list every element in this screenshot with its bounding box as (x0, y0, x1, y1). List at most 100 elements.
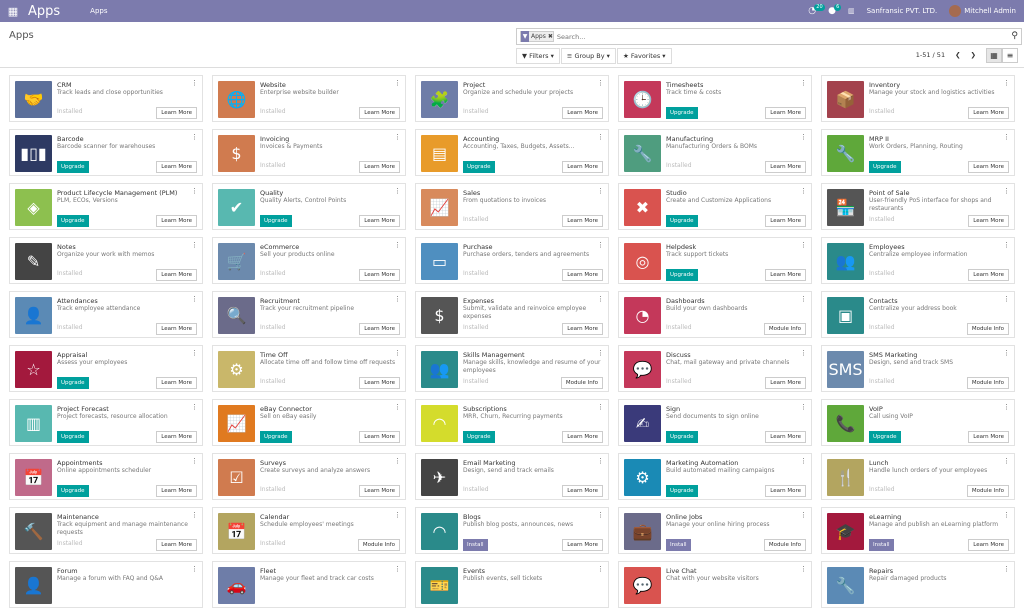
app-card[interactable]: ◠ Subscriptions MRR, Churn, Recurring pa… (415, 399, 609, 446)
kebab-menu-icon[interactable]: ⋮ (800, 457, 807, 465)
app-card[interactable]: 💼 Online Jobs Manage your online hiring … (618, 507, 812, 554)
module-info-button[interactable]: Module Info (966, 323, 1009, 335)
kebab-menu-icon[interactable]: ⋮ (597, 241, 604, 249)
app-card[interactable]: 👤 Attendances Track employee attendance … (9, 291, 203, 338)
app-card[interactable]: ◎ Helpdesk Track support tickets Upgrade… (618, 237, 812, 284)
favorites-button[interactable]: ★ Favorites ▾ (616, 48, 672, 64)
learn-more-button[interactable]: Learn More (359, 215, 400, 227)
upgrade-button[interactable]: Upgrade (57, 485, 89, 497)
kebab-menu-icon[interactable]: ⋮ (1003, 349, 1010, 357)
learn-more-button[interactable]: Learn More (968, 269, 1009, 281)
kanban-view-icon[interactable]: ▦ (986, 48, 1002, 63)
app-card[interactable]: $ Invoicing Invoices & Payments Installe… (212, 129, 406, 176)
kebab-menu-icon[interactable]: ⋮ (394, 457, 401, 465)
app-card[interactable]: 🔨 Maintenance Track equipment and manage… (9, 507, 203, 554)
learn-more-button[interactable]: Learn More (968, 215, 1009, 227)
kebab-menu-icon[interactable]: ⋮ (394, 79, 401, 87)
learn-more-button[interactable]: Learn More (765, 215, 806, 227)
app-card[interactable]: 👥 Employees Centralize employee informat… (821, 237, 1015, 284)
app-card[interactable]: 📦 Inventory Manage your stock and logist… (821, 75, 1015, 122)
learn-more-button[interactable]: Learn More (968, 107, 1009, 119)
pager-range[interactable]: 1-51 / 51 (916, 51, 945, 59)
app-card[interactable]: ▤ Accounting Accounting, Taxes, Budgets,… (415, 129, 609, 176)
install-button[interactable]: Install (869, 539, 894, 551)
upgrade-button[interactable]: Upgrade (666, 269, 698, 281)
app-card[interactable]: 🌐 Website Enterprise website builder Ins… (212, 75, 406, 122)
app-card[interactable]: ✔ Quality Quality Alerts, Control Points… (212, 183, 406, 230)
app-card[interactable]: 🤝 CRM Track leads and close opportunitie… (9, 75, 203, 122)
learn-more-button[interactable]: Learn More (968, 161, 1009, 173)
kebab-menu-icon[interactable]: ⋮ (800, 511, 807, 519)
app-card[interactable]: 📅 Calendar Schedule employees' meetings … (212, 507, 406, 554)
app-card[interactable]: 🏪 Point of Sale User-friendly PoS interf… (821, 183, 1015, 230)
app-card[interactable]: ▭ Purchase Purchase orders, tenders and … (415, 237, 609, 284)
upgrade-button[interactable]: Upgrade (57, 377, 89, 389)
app-card[interactable]: 📅 Appointments Online appointments sched… (9, 453, 203, 500)
upgrade-button[interactable]: Upgrade (463, 431, 495, 443)
app-card[interactable]: 💬 Discuss Chat, mail gateway and private… (618, 345, 812, 392)
app-card[interactable]: ▮▯▮ Barcode Barcode scanner for warehous… (9, 129, 203, 176)
learn-more-button[interactable]: Learn More (156, 485, 197, 497)
list-view-icon[interactable]: ≡ (1002, 48, 1018, 63)
pager-prev-icon[interactable]: ❮ (955, 51, 960, 59)
kebab-menu-icon[interactable]: ⋮ (1003, 565, 1010, 573)
facet-remove-icon[interactable]: ✖ (548, 33, 553, 40)
learn-more-button[interactable]: Learn More (156, 323, 197, 335)
kebab-menu-icon[interactable]: ⋮ (800, 295, 807, 303)
kebab-menu-icon[interactable]: ⋮ (394, 295, 401, 303)
app-card[interactable]: 📈 eBay Connector Sell on eBay easily Upg… (212, 399, 406, 446)
learn-more-button[interactable]: Learn More (562, 215, 603, 227)
learn-more-button[interactable]: Learn More (562, 431, 603, 443)
kebab-menu-icon[interactable]: ⋮ (1003, 295, 1010, 303)
kebab-menu-icon[interactable]: ⋮ (394, 241, 401, 249)
learn-more-button[interactable]: Learn More (156, 539, 197, 551)
app-card[interactable]: ☆ Appraisal Assess your employees Upgrad… (9, 345, 203, 392)
app-card[interactable]: ✖ Studio Create and Customize Applicatio… (618, 183, 812, 230)
kebab-menu-icon[interactable]: ⋮ (800, 241, 807, 249)
app-card[interactable]: 👥 Skills Management Manage skills, knowl… (415, 345, 609, 392)
kebab-menu-icon[interactable]: ⋮ (394, 403, 401, 411)
kebab-menu-icon[interactable]: ⋮ (1003, 511, 1010, 519)
app-card[interactable]: ◈ Product Lifecycle Management (PLM) PLM… (9, 183, 203, 230)
learn-more-button[interactable]: Learn More (156, 215, 197, 227)
app-card[interactable]: ☑ Surveys Create surveys and analyze ans… (212, 453, 406, 500)
install-button[interactable]: Install (463, 539, 488, 551)
kebab-menu-icon[interactable]: ⋮ (597, 187, 604, 195)
app-card[interactable]: $ Expenses Submit, validate and reinvoic… (415, 291, 609, 338)
user-menu[interactable]: Mitchell Admin (949, 5, 1016, 17)
chat-icon[interactable]: ◔ 20 (808, 4, 825, 16)
app-card[interactable]: ◔ Dashboards Build your own dashboards I… (618, 291, 812, 338)
app-card[interactable]: ⚙ Time Off Allocate time off and follow … (212, 345, 406, 392)
kebab-menu-icon[interactable]: ⋮ (394, 187, 401, 195)
app-card[interactable]: 🍴 Lunch Handle lunch orders of your empl… (821, 453, 1015, 500)
kebab-menu-icon[interactable]: ⋮ (597, 79, 604, 87)
module-info-button[interactable]: Module Info (763, 539, 806, 551)
learn-more-button[interactable]: Learn More (765, 431, 806, 443)
learn-more-button[interactable]: Learn More (359, 161, 400, 173)
learn-more-button[interactable]: Learn More (765, 107, 806, 119)
app-grid-icon[interactable]: ▦ (0, 0, 26, 22)
kebab-menu-icon[interactable]: ⋮ (191, 511, 198, 519)
module-info-button[interactable]: Module Info (966, 485, 1009, 497)
kebab-menu-icon[interactable]: ⋮ (191, 133, 198, 141)
kebab-menu-icon[interactable]: ⋮ (800, 187, 807, 195)
kebab-menu-icon[interactable]: ⋮ (1003, 403, 1010, 411)
kebab-menu-icon[interactable]: ⋮ (800, 79, 807, 87)
learn-more-button[interactable]: Learn More (359, 485, 400, 497)
kebab-menu-icon[interactable]: ⋮ (191, 79, 198, 87)
learn-more-button[interactable]: Learn More (156, 107, 197, 119)
search-icon[interactable]: ⚲ (1011, 31, 1018, 41)
app-card[interactable]: 🛒 eCommerce Sell your products online In… (212, 237, 406, 284)
app-card[interactable]: 🔧 Repairs Repair damaged products ⋮ (821, 561, 1015, 608)
learn-more-button[interactable]: Learn More (359, 269, 400, 281)
filters-button[interactable]: ▼ Filters ▾ (516, 48, 560, 64)
company-switcher[interactable]: Sanfransic PVT. LTD. (867, 7, 938, 15)
app-card[interactable]: 🔧 Manufacturing Manufacturing Orders & B… (618, 129, 812, 176)
kebab-menu-icon[interactable]: ⋮ (191, 241, 198, 249)
kebab-menu-icon[interactable]: ⋮ (597, 511, 604, 519)
kebab-menu-icon[interactable]: ⋮ (1003, 133, 1010, 141)
app-card[interactable]: 🔧 MRP II Work Orders, Planning, Routing … (821, 129, 1015, 176)
kebab-menu-icon[interactable]: ⋮ (191, 457, 198, 465)
app-card[interactable]: 📈 Sales From quotations to invoices Inst… (415, 183, 609, 230)
module-info-button[interactable]: Module Info (966, 377, 1009, 389)
